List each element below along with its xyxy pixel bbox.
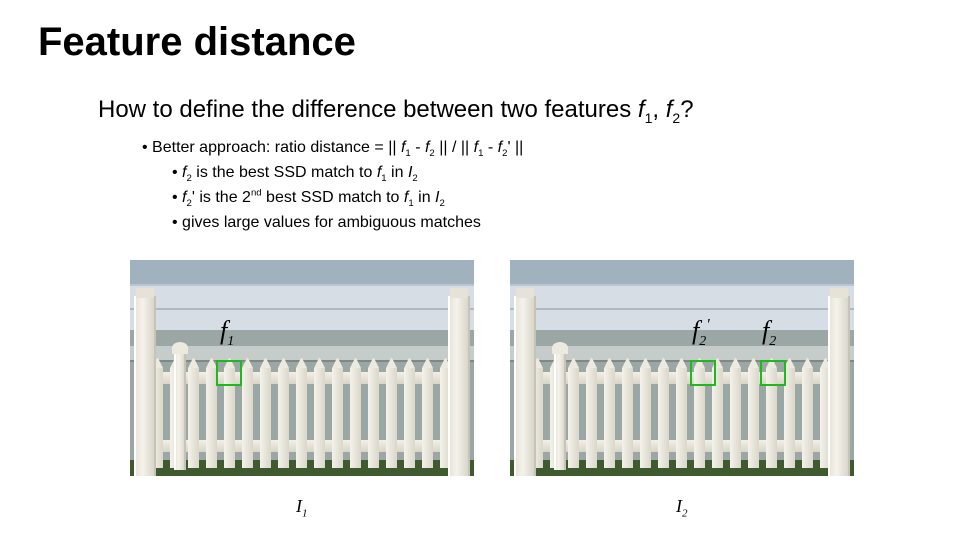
f1-var: f — [638, 96, 645, 123]
bm-prefix: Better approach: ratio distance = || — [152, 139, 401, 156]
bullet-list: Better approach: ratio distance = || f1 … — [142, 136, 523, 234]
b1-t1: is the best SSD match to — [192, 164, 377, 181]
f2pp: ' — [706, 316, 709, 333]
caption-I2: I2 — [676, 496, 688, 520]
bm-end: || — [511, 139, 524, 156]
feature-box-f2 — [760, 360, 786, 386]
image-left — [130, 260, 474, 476]
post-finial — [554, 350, 566, 470]
slide-subtitle: How to define the difference between two… — [98, 96, 694, 126]
bm-mid: || / || — [435, 139, 474, 156]
b2-Is: 2 — [439, 198, 444, 209]
bullet-3: gives large values for ambiguous matches — [172, 211, 523, 234]
slide-title: Feature distance — [38, 20, 356, 65]
I2s: 2 — [682, 508, 688, 520]
subtitle-q: ? — [680, 96, 693, 123]
b2-t1: is the 2 — [195, 189, 251, 206]
b1-Is: 2 — [412, 173, 417, 184]
bullet-main: Better approach: ratio distance = || f1 … — [142, 136, 523, 161]
caption-I1: I1 — [296, 496, 308, 520]
b1-in: in — [387, 164, 408, 181]
b2-nd: nd — [251, 188, 262, 199]
post-right — [448, 296, 470, 476]
subtitle-comma: , — [652, 96, 665, 123]
image-right — [510, 260, 854, 476]
post-left — [514, 296, 536, 476]
bm-m2: - — [483, 139, 497, 156]
pickets — [152, 368, 452, 468]
f2ps: 2 — [699, 334, 706, 349]
post-finial — [174, 350, 186, 470]
b2-in: in — [414, 189, 435, 206]
figure-area: f1 f2' f2 — [130, 260, 860, 490]
f2s: 2 — [769, 334, 776, 349]
feature-box-f1 — [216, 360, 242, 386]
pickets — [532, 368, 832, 468]
subtitle-text: How to define the difference between two… — [98, 96, 638, 123]
bm-m1: - — [411, 139, 425, 156]
I1s: 1 — [302, 508, 308, 520]
label-f2prime: f2' — [692, 316, 710, 350]
f1s: 1 — [227, 334, 234, 349]
label-f2: f2 — [762, 316, 776, 350]
b2-t2: best SSD match to — [262, 189, 404, 206]
label-f1: f1 — [220, 316, 234, 350]
bullet-2: f2' is the 2nd best SSD match to f1 in I… — [172, 186, 523, 211]
feature-box-f2prime — [690, 360, 716, 386]
bullet-1: f2 is the best SSD match to f1 in I2 — [172, 161, 523, 186]
wall — [510, 284, 854, 334]
wall — [130, 284, 474, 334]
post-right — [828, 296, 850, 476]
post-left — [134, 296, 156, 476]
